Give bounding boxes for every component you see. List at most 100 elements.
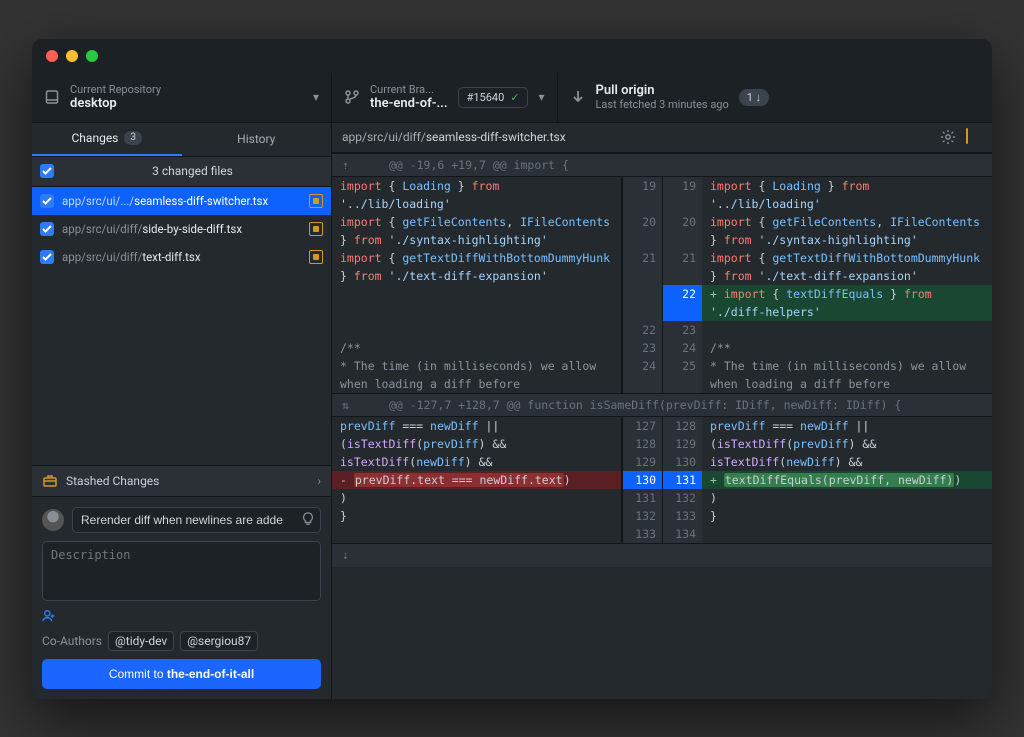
gutter-new: 129 <box>662 435 702 453</box>
expand-icon[interactable]: ⇅ <box>342 396 349 414</box>
gutter-old: 132 <box>622 507 662 525</box>
diff-line-left <box>332 321 622 339</box>
arrow-down-icon <box>570 89 586 105</box>
file-row[interactable]: app/src/ui/diff/side-by-side-diff.tsx <box>32 215 331 243</box>
pull-button[interactable]: Pull origin Last fetched 3 minutes ago 1… <box>558 73 993 122</box>
gutter-old: 131 <box>622 489 662 507</box>
gutter-new: 133 <box>662 507 702 525</box>
commit-summary-input[interactable] <box>72 507 321 533</box>
pull-label: Pull origin <box>596 83 729 98</box>
expand-down-icon[interactable]: ⇣ <box>342 546 349 564</box>
diff-line-left: - prevDiff.text === newDiff.text) <box>332 471 622 489</box>
git-branch-icon <box>344 89 360 105</box>
file-row[interactable]: app/src/ui/.../seamless-diff-switcher.ts… <box>32 187 331 215</box>
diff-line-left: /** <box>332 339 622 357</box>
coauthor-handle[interactable]: @tidy-dev <box>108 631 174 651</box>
gutter-new: 130 <box>662 453 702 471</box>
commit-button-prefix: Commit to <box>109 667 167 681</box>
lightbulb-icon[interactable] <box>301 512 315 529</box>
repo-icon <box>44 89 60 105</box>
expand-up-icon[interactable]: ⇡ <box>342 156 349 174</box>
file-checkbox[interactable] <box>40 250 54 264</box>
diff-view: app/src/ui/diff/seamless-diff-switcher.t… <box>332 123 992 699</box>
main: Changes 3 History 3 changed files app/sr… <box>32 123 992 699</box>
diff-line-left: isTextDiff(newDiff) && <box>332 453 622 471</box>
gutter-old: 128 <box>622 435 662 453</box>
files-summary: 3 changed files <box>62 164 323 178</box>
gutter-old: 133 <box>622 525 662 543</box>
coauthor-handle[interactable]: @sergiou87 <box>180 631 258 651</box>
check-icon: ✓ <box>510 91 519 104</box>
file-status-modified-icon <box>966 129 982 145</box>
commit-button-branch: the-end-of-it-all <box>167 667 254 681</box>
repo-name: desktop <box>70 96 161 111</box>
hunk-header[interactable]: ⇅ @@ -127,7 +128,7 @@ function isSameDif… <box>332 393 992 417</box>
stashed-changes-row[interactable]: Stashed Changes › <box>32 465 331 497</box>
commit-button[interactable]: Commit to the-end-of-it-all <box>42 659 321 689</box>
file-list: app/src/ui/.../seamless-diff-switcher.ts… <box>32 187 331 271</box>
diff-line-right <box>702 321 992 339</box>
gutter-new: 128 <box>662 417 702 435</box>
hunk-header-text: @@ -127,7 +128,7 @@ function isSameDiff(… <box>389 396 901 414</box>
file-status-modified-icon <box>309 194 323 208</box>
file-checkbox[interactable] <box>40 194 54 208</box>
gutter-old <box>622 285 662 321</box>
gutter-new: 132 <box>662 489 702 507</box>
sidebar: Changes 3 History 3 changed files app/sr… <box>32 123 332 699</box>
maximize-window-button[interactable] <box>86 50 98 62</box>
diff-line-left: import { getFileContents, IFileContents … <box>332 213 622 249</box>
gutter-old: 19 <box>622 177 662 213</box>
coauthors-row: Co-Authors @tidy-dev @sergiou87 <box>42 631 321 651</box>
diff-line-left: prevDiff === newDiff || <box>332 417 622 435</box>
diff-line-left: import { Loading } from '../lib/loading' <box>332 177 622 213</box>
coauthors-label: Co-Authors <box>42 634 102 648</box>
close-window-button[interactable] <box>46 50 58 62</box>
gutter-old: 127 <box>622 417 662 435</box>
branch-label: Current Bra... <box>370 83 448 96</box>
hunk-header[interactable]: ⇡ @@ -19,6 +19,7 @@ import { <box>332 153 992 177</box>
diff-line-left: * The time (in milliseconds) we allow wh… <box>332 357 622 393</box>
gutter-new: 22 <box>662 285 702 321</box>
toolbar: Current Repository desktop ▾ Current Bra… <box>32 73 992 123</box>
gutter-new: 21 <box>662 249 702 285</box>
file-status-modified-icon <box>309 250 323 264</box>
diff-file-dir: app/src/ui/diff/ <box>342 130 426 144</box>
tab-changes[interactable]: Changes 3 <box>32 123 182 156</box>
pull-count-badge: 1 ↓ <box>739 89 769 106</box>
gear-icon[interactable] <box>940 129 956 145</box>
changes-count-badge: 3 <box>124 131 142 145</box>
app-window: Current Repository desktop ▾ Current Bra… <box>32 39 992 699</box>
gutter-old: 22 <box>622 321 662 339</box>
gutter-new: 25 <box>662 357 702 393</box>
repo-dropdown[interactable]: Current Repository desktop ▾ <box>32 73 332 122</box>
files-header: 3 changed files <box>32 157 331 187</box>
diff-line-right: (isTextDiff(prevDiff) && <box>702 435 992 453</box>
add-coauthor-button[interactable] <box>42 609 321 623</box>
gutter-new: 134 <box>662 525 702 543</box>
pr-badge: #15640 ✓ <box>458 87 529 108</box>
tab-history-label: History <box>237 132 275 146</box>
diff-line-right: import { getFileContents, IFileContents … <box>702 213 992 249</box>
branch-dropdown[interactable]: Current Bra... the-end-of-... #15640 ✓ ▾ <box>332 73 558 122</box>
file-row[interactable]: app/src/ui/diff/text-diff.tsx <box>32 243 331 271</box>
commit-panel: Co-Authors @tidy-dev @sergiou87 Commit t… <box>32 497 331 699</box>
gutter-new: 19 <box>662 177 702 213</box>
tab-history[interactable]: History <box>182 123 332 156</box>
diff-body[interactable]: ⇡ @@ -19,6 +19,7 @@ import { import { Lo… <box>332 153 992 699</box>
diff-line-right: } <box>702 507 992 525</box>
diff-line-right: import { Loading } from '../lib/loading' <box>702 177 992 213</box>
select-all-checkbox[interactable] <box>40 164 54 178</box>
avatar <box>42 509 64 531</box>
chevron-down-icon: ▾ <box>313 90 319 104</box>
commit-description-input[interactable] <box>42 541 321 601</box>
diff-line-right: isTextDiff(newDiff) && <box>702 453 992 471</box>
minimize-window-button[interactable] <box>66 50 78 62</box>
file-checkbox[interactable] <box>40 222 54 236</box>
stashed-label: Stashed Changes <box>66 474 159 488</box>
gutter-new: 20 <box>662 213 702 249</box>
gutter-new: 24 <box>662 339 702 357</box>
expand-down-row[interactable]: ⇣ <box>332 543 992 567</box>
gutter-new: 23 <box>662 321 702 339</box>
diff-line-left <box>332 525 622 543</box>
gutter-old: 129 <box>622 453 662 471</box>
